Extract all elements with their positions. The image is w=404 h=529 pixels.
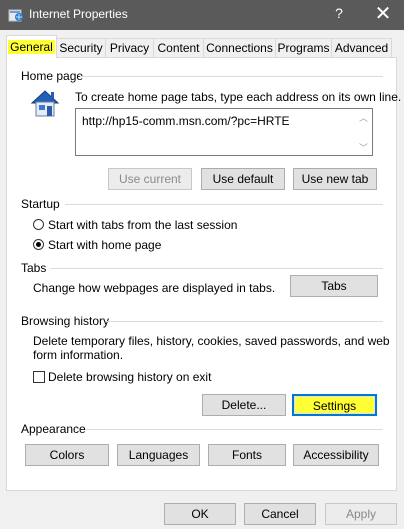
cancel-button[interactable]: Cancel: [244, 503, 316, 525]
scroll-up-icon[interactable]: ︿: [359, 111, 368, 124]
delete-on-exit-label[interactable]: Delete browsing history on exit: [48, 370, 211, 384]
tabs-settings-button[interactable]: Tabs: [290, 275, 378, 297]
home-page-url-value: http://hp15-comm.msn.com/?pc=HRTE: [82, 114, 290, 128]
title-bar: Internet Properties ? ✕: [0, 0, 404, 30]
tab-programs[interactable]: Programs: [275, 38, 332, 57]
home-page-heading: Home page: [21, 69, 84, 83]
scroll-down-icon[interactable]: ﹀: [359, 141, 368, 154]
home-page-divider: [80, 76, 383, 77]
appearance-divider: [86, 429, 383, 430]
radio-home-page[interactable]: [33, 239, 44, 250]
tab-label: General: [8, 40, 55, 54]
delete-on-exit-checkbox[interactable]: [33, 371, 45, 383]
languages-button[interactable]: Languages: [117, 444, 200, 466]
browsing-history-description-2: form information.: [33, 348, 124, 362]
use-current-button[interactable]: Use current: [108, 168, 192, 190]
apply-button[interactable]: Apply: [325, 503, 397, 525]
ok-button[interactable]: OK: [164, 503, 236, 525]
browsing-history-description-1: Delete temporary files, history, cookies…: [33, 334, 390, 348]
fonts-button[interactable]: Fonts: [208, 444, 286, 466]
tab-privacy[interactable]: Privacy: [105, 38, 154, 57]
use-default-button[interactable]: Use default: [201, 168, 285, 190]
tab-connections[interactable]: Connections: [203, 38, 276, 57]
history-settings-button[interactable]: Settings: [292, 394, 377, 416]
use-new-tab-button[interactable]: Use new tab: [293, 168, 377, 190]
tab-advanced[interactable]: Advanced: [331, 38, 392, 57]
home-page-url-input[interactable]: http://hp15-comm.msn.com/?pc=HRTE ︿ ﹀: [75, 108, 373, 156]
tab-general[interactable]: General: [6, 35, 57, 58]
colors-button[interactable]: Colors: [25, 444, 109, 466]
browsing-history-heading: Browsing history: [21, 314, 110, 328]
startup-heading: Startup: [21, 197, 60, 211]
tab-content[interactable]: Content: [153, 38, 204, 57]
browsing-history-divider: [107, 321, 383, 322]
window-title: Internet Properties: [29, 7, 128, 21]
radio-last-session-label[interactable]: Start with tabs from the last session: [48, 218, 237, 232]
accessibility-button[interactable]: Accessibility: [293, 444, 379, 466]
house-icon: [30, 90, 60, 117]
radio-home-page-label[interactable]: Start with home page: [48, 238, 161, 252]
tabs-divider: [50, 268, 383, 269]
home-page-instruction: To create home page tabs, type each addr…: [75, 90, 402, 104]
history-settings-label: Settings: [295, 397, 374, 413]
textarea-scrollbar[interactable]: ︿ ﹀: [356, 109, 372, 155]
help-button[interactable]: ?: [330, 5, 348, 21]
tabs-heading: Tabs: [21, 261, 47, 275]
close-button[interactable]: ✕: [370, 2, 396, 26]
delete-history-button[interactable]: Delete...: [202, 394, 286, 416]
radio-last-session[interactable]: [33, 219, 44, 230]
internet-properties-icon: [8, 9, 23, 22]
startup-divider: [65, 204, 383, 205]
tab-security[interactable]: Security: [56, 38, 106, 57]
appearance-heading: Appearance: [21, 422, 86, 436]
tabs-description: Change how webpages are displayed in tab…: [33, 281, 276, 295]
